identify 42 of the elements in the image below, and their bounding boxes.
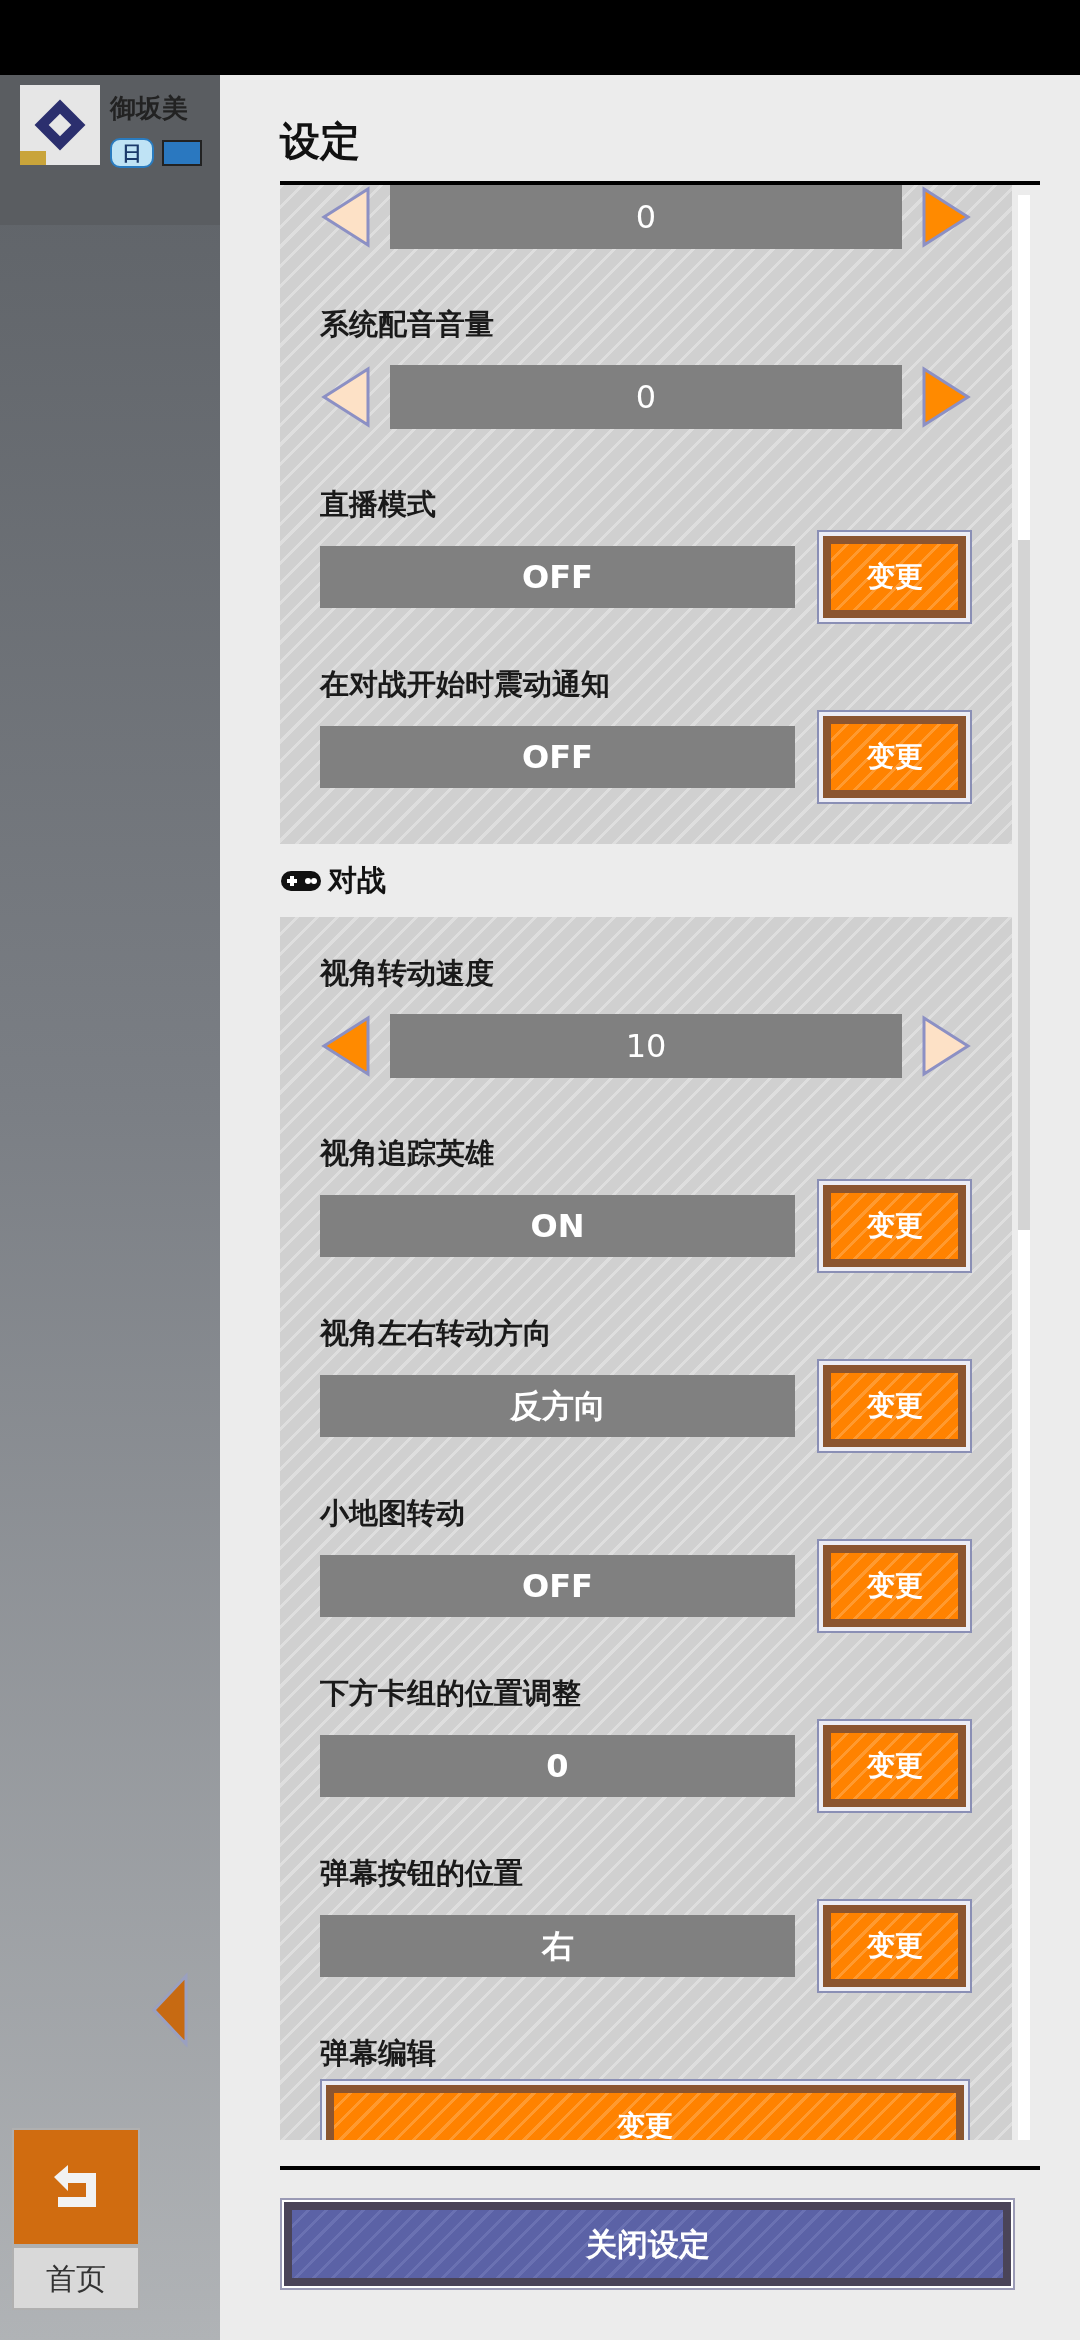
setting-label: 视角转动速度 [320,955,495,992]
change-button[interactable]: 变更 [817,530,972,624]
increase-arrow-icon[interactable] [920,185,972,249]
value-display: 0 [390,185,902,249]
setting-label: 弹幕按钮的位置 [320,1855,524,1892]
home-label[interactable]: 首页 [12,2246,140,2310]
value-display: OFF [320,546,795,608]
setting-label: 直播模式 [320,486,437,523]
rank-badge: 日 [110,138,154,168]
setting-label: 小地图转动 [320,1495,466,1532]
increase-arrow-icon[interactable] [920,365,972,429]
previous-arrow-icon[interactable] [150,1972,190,2048]
change-button[interactable]: 变更 [817,1359,972,1453]
setting-label: 视角追踪英雄 [320,1135,495,1172]
setting-label: 系统配音音量 [320,306,495,343]
change-button[interactable]: 变更 [817,1719,972,1813]
change-button[interactable]: 变更 [817,710,972,804]
value-display: 右 [320,1915,795,1977]
gamepad-icon [280,868,322,893]
value-display: OFF [320,726,795,788]
setting-label: 下方卡组的位置调整 [320,1675,582,1712]
change-button[interactable]: 变更 [817,1539,972,1633]
value-display: 10 [390,1014,902,1078]
change-button[interactable]: 变更 [817,1179,972,1273]
player-name: 御坂美 [110,92,189,125]
change-button[interactable]: 变更 [817,1899,972,1993]
avatar-icon[interactable] [20,85,100,165]
back-button[interactable] [12,2128,140,2246]
setting-label: 视角左右转动方向 [320,1315,553,1352]
setting-label: 弹幕编辑 [320,2035,437,2072]
setting-label: 在对战开始时震动通知 [320,666,611,703]
scrollbar[interactable] [1018,195,1030,2140]
value-display: OFF [320,1555,795,1617]
section-title: 对战 [328,861,386,899]
change-button[interactable]: 变更 [320,2079,970,2140]
value-display: 0 [390,365,902,429]
value-display: ON [320,1195,795,1257]
panel-title: 设定 [280,117,360,166]
value-display: 0 [320,1735,795,1797]
decrease-arrow-icon[interactable] [320,1014,372,1078]
value-display: 反方向 [320,1375,795,1437]
close-settings-button[interactable]: 关闭设定 [280,2198,1015,2290]
